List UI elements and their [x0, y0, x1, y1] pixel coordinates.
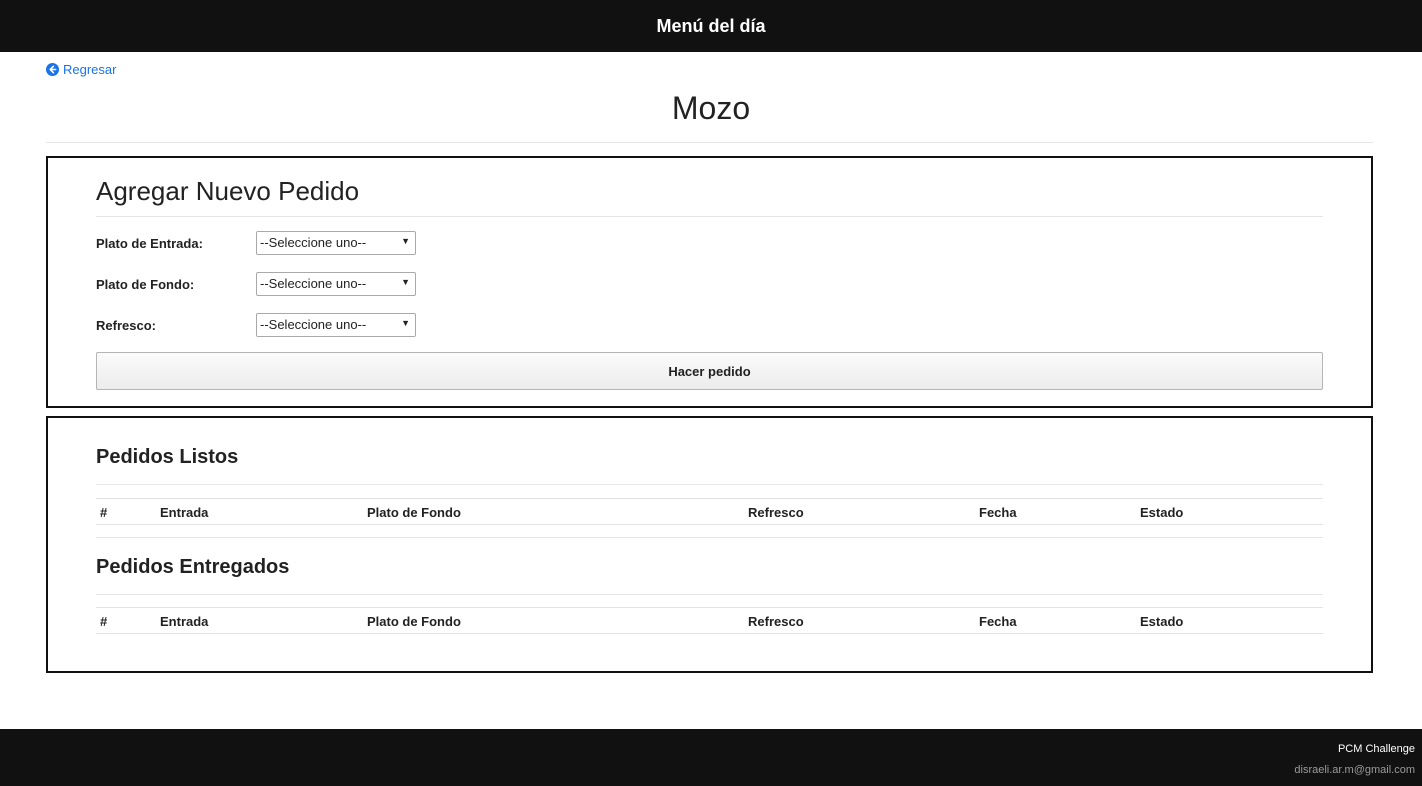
fondo-select[interactable]: --Seleccione uno-- ▼ [256, 272, 416, 296]
caret-down-icon: ▼ [401, 318, 410, 328]
fondo-select-value: --Seleccione uno-- [260, 276, 367, 291]
refresco-select-value: --Seleccione uno-- [260, 317, 367, 332]
new-order-heading: Agregar Nuevo Pedido [96, 176, 360, 206]
column-header: # [100, 505, 108, 520]
section-divider [96, 537, 1323, 538]
orders-panel: Pedidos Listos # Entrada Plato de Fondo … [46, 416, 1373, 673]
place-order-button[interactable]: Hacer pedido [96, 352, 1323, 390]
refresco-select[interactable]: --Seleccione uno-- ▼ [256, 313, 416, 337]
app-title: Menú del día [656, 15, 766, 36]
page-title: Mozo [671, 90, 751, 126]
ready-orders-heading: Pedidos Listos [96, 446, 239, 468]
top-bar: Menú del día [0, 0, 1422, 52]
column-header: Fecha [979, 614, 1017, 629]
form-row-entrada: Plato de Entrada: --Seleccione uno-- ▼ [96, 231, 416, 255]
form-row-fondo: Plato de Fondo: --Seleccione uno-- ▼ [96, 272, 416, 296]
caret-down-icon: ▼ [401, 277, 410, 287]
caret-down-icon: ▼ [401, 236, 410, 246]
footer-email: disraeli.ar.m@gmail.com [1294, 764, 1415, 776]
column-header: Refresco [748, 614, 804, 629]
footer: PCM Challenge disraeli.ar.m@gmail.com [0, 729, 1422, 786]
footer-brand: PCM Challenge [1337, 743, 1415, 755]
column-header: Entrada [160, 505, 209, 520]
form-row-refresco: Refresco: --Seleccione uno-- ▼ [96, 313, 416, 337]
back-link[interactable]: Regresar [46, 62, 116, 77]
arrow-circle-left-icon [46, 63, 59, 76]
entrada-label: Plato de Entrada: [96, 235, 203, 251]
column-header: Plato de Fondo [367, 614, 461, 629]
back-link-label: Regresar [63, 62, 117, 77]
delivered-orders-divider [96, 594, 1323, 595]
delivered-orders-heading: Pedidos Entregados [96, 556, 290, 578]
column-header: Fecha [979, 505, 1017, 520]
column-header: Estado [1140, 614, 1184, 629]
new-order-divider [96, 216, 1323, 217]
column-header: Plato de Fondo [367, 505, 461, 520]
column-header: # [100, 614, 108, 629]
ready-orders-table: # Entrada Plato de Fondo Refresco Fecha … [96, 498, 1323, 525]
refresco-label: Refresco: [96, 317, 156, 333]
entrada-select[interactable]: --Seleccione uno-- ▼ [256, 231, 416, 255]
new-order-panel: Agregar Nuevo Pedido Plato de Entrada: -… [46, 156, 1373, 408]
column-header: Estado [1140, 505, 1184, 520]
column-header: Refresco [748, 505, 804, 520]
ready-orders-divider [96, 484, 1323, 485]
title-divider [46, 142, 1373, 143]
entrada-select-value: --Seleccione uno-- [260, 235, 367, 250]
delivered-orders-table: # Entrada Plato de Fondo Refresco Fecha … [96, 607, 1323, 634]
fondo-label: Plato de Fondo: [96, 276, 195, 292]
column-header: Entrada [160, 614, 209, 629]
